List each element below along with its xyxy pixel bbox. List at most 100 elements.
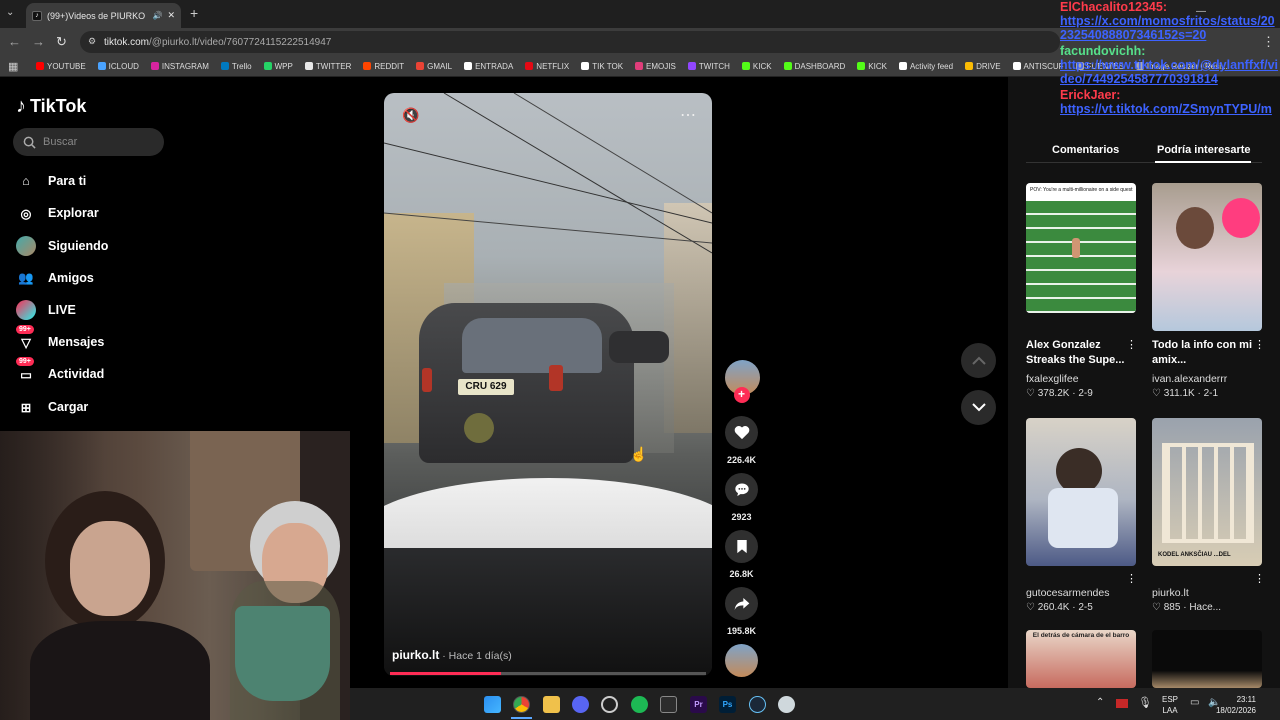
more-icon[interactable]: ⋮ <box>1126 572 1137 585</box>
bookmark-label: KICK <box>868 61 887 71</box>
tab-podria-interesarte[interactable]: Podría interesarte <box>1157 144 1251 156</box>
more-icon[interactable]: ⋮ <box>1126 338 1137 351</box>
comment-button[interactable]: 2923 <box>725 473 758 522</box>
bookmark-item[interactable]: TWITCH <box>687 62 730 71</box>
video-thumbnail[interactable] <box>1152 183 1262 331</box>
bookmark-label: EMOJIS <box>646 61 676 71</box>
previous-video-button[interactable] <box>961 343 996 378</box>
bookmark-item[interactable]: KICK <box>857 62 887 71</box>
bookmark-item[interactable]: YOUTUBE <box>36 62 86 71</box>
video-title[interactable]: Alex Gonzalez Streaks the Supe... <box>1026 338 1134 368</box>
input-language[interactable]: ESP LAA <box>1162 694 1178 716</box>
video-author[interactable]: ivan.alexanderrr <box>1152 373 1227 385</box>
windows-start-icon[interactable] <box>484 696 501 713</box>
bookmark-item[interactable]: DRIVE <box>965 62 1001 71</box>
site-info-icon[interactable]: ⚙ <box>88 36 96 47</box>
chat-link[interactable]: https://x.com/momosfritos/status/2023254… <box>1060 14 1280 42</box>
author-avatar[interactable]: + <box>725 360 760 403</box>
sidebar-item-cargar[interactable]: ⊞ Cargar <box>16 397 89 417</box>
sidebar-item-para-ti[interactable]: ⌂ Para ti <box>16 171 86 191</box>
video-author[interactable]: piurko.lt <box>392 648 439 662</box>
bookmark-item[interactable]: REDDIT <box>363 62 404 71</box>
video-thumbnail[interactable]: KODEL ANKSČIAU ...DEL <box>1152 418 1262 566</box>
sidebar-item-label: Amigos <box>48 271 94 285</box>
share-button[interactable]: 195.8K <box>725 587 758 636</box>
tab-close-icon[interactable]: ✕ <box>167 10 175 21</box>
bookmark-item[interactable]: ANTISCUF <box>1012 62 1064 71</box>
video-author[interactable]: fxalexglifee <box>1026 373 1079 385</box>
chrome-icon[interactable] <box>513 696 530 713</box>
video-thumbnail[interactable] <box>1152 630 1262 688</box>
steam-icon[interactable] <box>749 696 766 713</box>
video-author[interactable]: piurko.lt <box>1152 587 1189 599</box>
bookmark-item[interactable]: INSTAGRAM <box>150 62 209 71</box>
video-author[interactable]: gutocesarmendes <box>1026 587 1109 599</box>
bookmark-item[interactable]: Activity feed <box>898 62 953 71</box>
save-count: 26.8K <box>729 569 754 579</box>
speaker-icon[interactable]: 🔊 <box>152 11 162 20</box>
video-thumbnail[interactable]: El detrás de cámara de el barro <box>1026 630 1136 688</box>
system-clock[interactable]: 23:11 18/02/2026 <box>1216 694 1256 716</box>
share-count: 195.8K <box>726 626 757 636</box>
apps-grid-icon[interactable]: ▦ <box>8 60 18 73</box>
tray-app-icon[interactable] <box>1116 699 1128 708</box>
more-icon[interactable]: ⋮ <box>1254 338 1265 351</box>
url-field[interactable]: ⚙ tiktok.com/@piurko.lt/video/7607724115… <box>80 31 1060 53</box>
bookmark-item[interactable]: TIK TOK <box>581 62 623 71</box>
sidebar-item-live[interactable]: LIVE <box>16 300 76 320</box>
microphone-icon[interactable]: 🎙 <box>1138 696 1152 709</box>
back-icon[interactable]: ← <box>8 34 21 49</box>
video-thumbnail[interactable]: POV: You're a multi-millionaire on a sid… <box>1026 183 1136 313</box>
chat-link[interactable]: https://www.tiktok.com/@dylanffxf/video/… <box>1060 58 1280 86</box>
tab-list-icon[interactable]: ⌄ <box>6 7 14 18</box>
sidebar-item-mensajes[interactable]: ▽ 99+ Mensajes <box>16 325 104 352</box>
premiere-icon[interactable]: Pr <box>690 696 707 713</box>
folder-icon[interactable] <box>543 696 560 713</box>
video-title[interactable]: Todo la info con mi amix... <box>1152 338 1260 368</box>
bookmark-item[interactable]: KICK <box>741 62 772 71</box>
bookmark-item[interactable]: TWITTER <box>304 62 351 71</box>
tiktok-logo[interactable]: ♪ TikTok <box>16 95 86 118</box>
obs-icon[interactable] <box>601 696 618 713</box>
streamlabs-icon[interactable] <box>660 696 677 713</box>
mute-icon[interactable]: 🔇 <box>402 107 419 124</box>
like-button[interactable]: 226.4K <box>725 416 758 465</box>
bookmark-item[interactable]: WPP <box>263 62 293 71</box>
monitor-icon[interactable]: ▭ <box>1190 697 1199 708</box>
search-input[interactable]: Buscar <box>13 128 164 156</box>
forward-icon[interactable]: → <box>32 34 45 49</box>
video-stats: ♡ 885 · Hace... <box>1152 602 1221 613</box>
browser-tab[interactable]: ♪ (99+)Videos de PIURKO (@... 🔊 ✕ <box>26 3 181 28</box>
more-icon[interactable]: ⋮ <box>1254 572 1265 585</box>
tab-comentarios[interactable]: Comentarios <box>1052 144 1119 156</box>
bookmark-label: Trello <box>231 61 252 71</box>
video-player[interactable]: CRU 629 🔇 ⋯ piurko.lt · Hace 1 día(s) <box>384 93 712 676</box>
bookmark-label: ENTRADA <box>475 61 514 71</box>
music-disc[interactable] <box>725 644 758 677</box>
sidebar-item-siguiendo[interactable]: Siguiendo <box>16 236 108 256</box>
photoshop-icon[interactable]: Ps <box>719 696 736 713</box>
video-thumbnail[interactable] <box>1026 418 1136 566</box>
video-progress-bar[interactable] <box>390 672 706 675</box>
discord-icon[interactable] <box>572 696 589 713</box>
chat-link[interactable]: https://vt.tiktok.com/ZSmynTYPU/m <box>1060 102 1280 116</box>
sidebar-item-amigos[interactable]: 👥 Amigos <box>16 268 94 288</box>
more-options-icon[interactable]: ⋯ <box>680 105 696 125</box>
bookmark-item[interactable]: NETFLIX <box>525 62 569 71</box>
sidebar-item-explorar[interactable]: ◎ Explorar <box>16 203 99 223</box>
tray-chevron-icon[interactable]: ⌃ <box>1096 697 1104 708</box>
bookmark-item[interactable]: Trello <box>220 61 252 71</box>
follow-plus-icon[interactable]: + <box>733 387 750 403</box>
bookmark-item[interactable]: ICLOUD <box>97 62 139 71</box>
save-button[interactable]: 26.8K <box>725 530 758 579</box>
spotify-icon[interactable] <box>631 696 648 713</box>
app-icon[interactable] <box>778 696 795 713</box>
reload-icon[interactable]: ↻ <box>56 34 67 50</box>
next-video-button[interactable] <box>961 390 996 425</box>
bookmark-item[interactable]: DASHBOARD <box>783 62 845 71</box>
bookmark-item[interactable]: GMAIL <box>416 62 452 71</box>
sidebar-item-actividad[interactable]: ▭ 99+ Actividad <box>16 357 104 384</box>
new-tab-icon[interactable]: + <box>190 5 198 21</box>
bookmark-item[interactable]: ENTRADA <box>464 62 513 71</box>
bookmark-item[interactable]: EMOJIS <box>635 62 676 71</box>
